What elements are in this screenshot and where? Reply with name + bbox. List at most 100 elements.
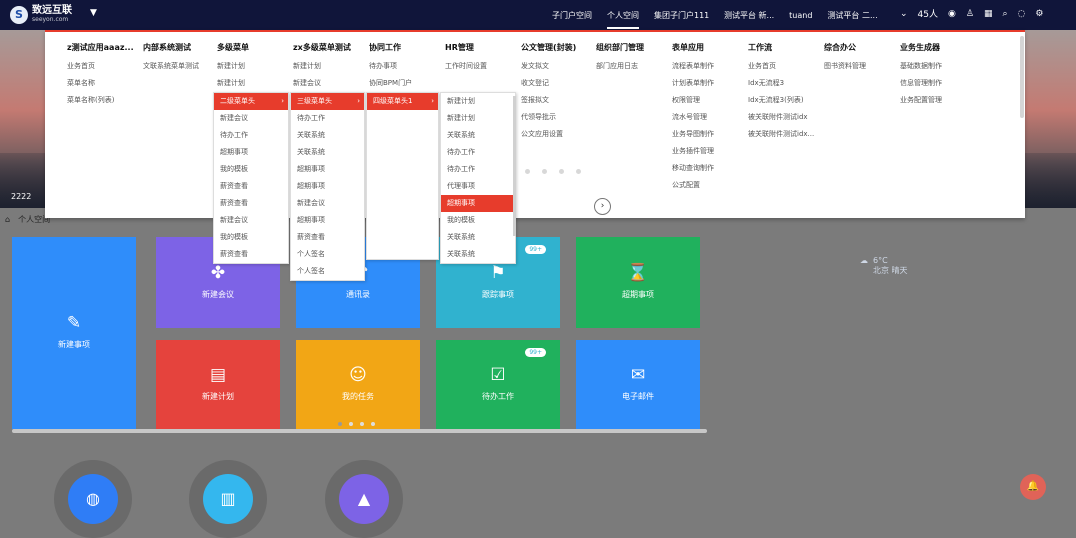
menu-item[interactable]: 签报拟文 <box>521 95 591 104</box>
menu-dropdown-icon[interactable]: ▼ <box>90 8 97 18</box>
menu-item[interactable]: 文联系统菜单测试 <box>143 61 213 70</box>
search-icon[interactable]: ⌕ <box>1002 9 1007 19</box>
nav-more-chevron-icon[interactable]: ⌄ <box>900 9 908 19</box>
submenu-scrollbar[interactable] <box>513 96 516 236</box>
menu-item[interactable]: 流程表单制作 <box>672 61 742 70</box>
menu-column-title[interactable]: 表单应用 <box>672 42 742 53</box>
submenu-item[interactable]: 新建计划 <box>441 110 515 127</box>
submenu-item[interactable]: 新建会议 <box>214 110 288 127</box>
menu-item[interactable]: 业务首页 <box>748 61 818 70</box>
nav-personal-space[interactable]: 个人空间 <box>607 10 639 29</box>
menu-column-title[interactable]: 多级菜单 <box>217 42 287 53</box>
submenu-item[interactable]: 个人签名 <box>291 246 364 263</box>
menu-item[interactable]: 被关联附件测试idx... <box>748 129 818 138</box>
user-icon[interactable]: ♙ <box>966 9 974 19</box>
menu-item[interactable]: 新建计划 <box>293 61 363 70</box>
nav-tuand[interactable]: tuand <box>789 11 812 20</box>
submenu-item[interactable]: 薪资查看 <box>214 195 288 212</box>
menu-item[interactable]: 代领导批示 <box>521 112 591 121</box>
menu-column-title[interactable]: 业务生成器 <box>900 42 970 53</box>
chart-icon[interactable]: ▲ <box>339 474 389 524</box>
nav-test-platform-2[interactable]: 测试平台 二... <box>827 10 877 21</box>
submenu-item[interactable]: 代理事项 <box>441 178 515 195</box>
submenu-item[interactable]: 待办工作 <box>441 144 515 161</box>
menu-column-title[interactable]: HR管理 <box>445 42 515 53</box>
avatar[interactable]: ◉ <box>948 9 956 19</box>
submenu-item[interactable]: 四级菜单头1 › <box>367 93 438 110</box>
menu-item[interactable]: Idx无流程3 <box>748 78 818 87</box>
submenu-item[interactable]: 超期事项 <box>291 212 364 229</box>
menu-item[interactable]: 新建计划 <box>217 78 287 87</box>
submenu-item[interactable]: 待办工作 <box>291 110 364 127</box>
menu-column-title[interactable]: 协同工作 <box>369 42 439 53</box>
submenu-item[interactable]: 超期事项 <box>291 161 364 178</box>
carousel-dot[interactable] <box>542 169 547 174</box>
menu-item[interactable]: 公式配置 <box>672 180 742 189</box>
grid-icon[interactable]: ▦ <box>984 9 993 19</box>
submenu-item[interactable]: 我的模板 <box>214 229 288 246</box>
submenu-item[interactable]: 个人签名 <box>291 263 364 280</box>
menu-column-title[interactable]: z测试应用aaaz... <box>67 42 137 53</box>
menu-item[interactable]: 图书资料管理 <box>824 61 894 70</box>
menu-item[interactable]: 菜单名称(列表) <box>67 95 137 104</box>
book-icon[interactable]: ▥ <box>203 474 253 524</box>
pagination-dot[interactable] <box>371 422 375 426</box>
menu-item[interactable]: 信息管理制作 <box>900 78 970 87</box>
menu-item[interactable]: 发文拟文 <box>521 61 591 70</box>
menu-column-title[interactable]: 工作流 <box>748 42 818 53</box>
menu-item[interactable]: 新建会议 <box>293 78 363 87</box>
submenu-item[interactable]: 薪资查看 <box>214 178 288 195</box>
nav-test-platform[interactable]: 测试平台 新... <box>724 10 774 21</box>
menu-item[interactable]: 业务插件管理 <box>672 146 742 155</box>
menu-item[interactable]: 工作时间设置 <box>445 61 515 70</box>
carousel-dot[interactable] <box>525 169 530 174</box>
tile-scrollbar[interactable] <box>12 429 707 433</box>
app-tile[interactable]: ✎ 新建事项 <box>12 237 136 429</box>
submenu-item[interactable]: 我的模板 <box>214 161 288 178</box>
submenu-item[interactable]: 关联系统 <box>291 127 364 144</box>
submenu-item[interactable]: 薪资查看 <box>214 246 288 263</box>
menu-item[interactable]: 新建计划 <box>217 61 287 70</box>
notification-bell-icon[interactable]: 🔔 <box>1020 474 1046 500</box>
submenu-item[interactable]: 超期事项 <box>291 178 364 195</box>
submenu-item[interactable]: 新建会议 <box>291 195 364 212</box>
menu-item[interactable]: 移动查询制作 <box>672 163 742 172</box>
menu-item[interactable]: 业务首页 <box>67 61 137 70</box>
pagination-dot[interactable] <box>338 422 342 426</box>
menu-item[interactable]: 计划表单制作 <box>672 78 742 87</box>
menu-item[interactable]: 公文应用设置 <box>521 129 591 138</box>
menu-item[interactable]: 业务配置管理 <box>900 95 970 104</box>
app-tile[interactable]: ▤ 新建计划 <box>156 340 280 429</box>
app-tile[interactable]: ☺ 我的任务 <box>296 340 420 429</box>
menu-item[interactable]: 基础数据制作 <box>900 61 970 70</box>
carousel-dot[interactable] <box>559 169 564 174</box>
menu-item[interactable]: 协同BPM门户 <box>369 78 439 87</box>
menu-item[interactable]: 收文登记 <box>521 78 591 87</box>
menu-item[interactable]: 权限管理 <box>672 95 742 104</box>
submenu-item[interactable]: 待办工作 <box>441 161 515 178</box>
globe-icon[interactable]: ◍ <box>68 474 118 524</box>
menu-column-title[interactable]: 公文管理(封装) <box>521 42 591 53</box>
app-tile[interactable]: ⌛ 超期事项 <box>576 237 700 328</box>
nav-group-portal[interactable]: 集团子门户111 <box>654 10 709 21</box>
menu-item[interactable]: 业务导图制作 <box>672 129 742 138</box>
pagination-dot[interactable] <box>360 422 364 426</box>
submenu-item[interactable]: 新建计划 <box>441 93 515 110</box>
chat-icon[interactable]: ◌ <box>1018 9 1026 19</box>
menu-item[interactable]: 流水号管理 <box>672 112 742 121</box>
carousel-next-icon[interactable]: › <box>594 198 611 215</box>
menu-item[interactable]: 被关联附件测试idx <box>748 112 818 121</box>
menu-column-title[interactable]: 内部系统测试 <box>143 42 213 53</box>
menu-column-title[interactable]: 综合办公 <box>824 42 894 53</box>
online-count[interactable]: 45人 <box>918 7 938 20</box>
submenu-item[interactable]: 关联系统 <box>291 144 364 161</box>
submenu-item[interactable]: 薪资查看 <box>291 229 364 246</box>
submenu-item[interactable]: 关联系统 <box>441 246 515 263</box>
submenu-item[interactable]: 关联系统 <box>441 229 515 246</box>
home-icon[interactable]: ⌂ <box>5 215 10 224</box>
submenu-item[interactable]: 我的模板 <box>441 212 515 229</box>
submenu-item[interactable]: 超期事项 <box>441 195 515 212</box>
submenu-item[interactable]: 新建会议 <box>214 212 288 229</box>
menu-scrollbar[interactable] <box>1020 36 1024 118</box>
nav-sub-portal[interactable]: 子门户空间 <box>552 10 592 21</box>
